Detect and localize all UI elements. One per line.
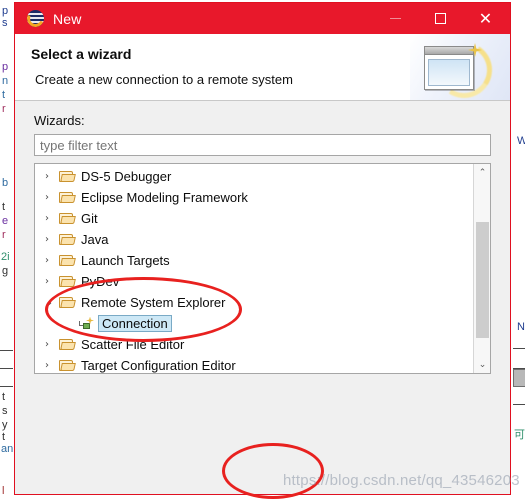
new-wizard-dialog: New ✕ Select a wizard Create a new conne…	[14, 2, 511, 495]
backdrop-text-fragment: g	[2, 265, 9, 277]
tree-item-ds-5-debugger[interactable]: › DS-5 Debugger	[35, 166, 472, 187]
backdrop-text-fragment: r	[2, 229, 6, 241]
eclipse-globe-icon	[27, 10, 44, 27]
backdrop-text-fragment: W	[517, 135, 525, 147]
backdrop-cell	[513, 369, 525, 387]
backdrop-text-fragment: b	[2, 177, 9, 189]
folder-icon	[59, 212, 75, 225]
chevron-right-icon[interactable]: ›	[45, 213, 59, 224]
folder-icon	[59, 359, 75, 372]
tree-item-label: Eclipse Modeling Framework	[81, 190, 248, 205]
backdrop-text-fragment: t	[2, 89, 6, 101]
chevron-right-icon[interactable]: ›	[45, 255, 59, 266]
backdrop-text-fragment: N	[517, 321, 525, 333]
chevron-right-icon[interactable]: ›	[45, 360, 59, 371]
tree-item-label: Remote System Explorer	[81, 295, 226, 310]
close-button[interactable]: ✕	[463, 3, 508, 34]
maximize-icon	[435, 13, 446, 24]
tree-item-java[interactable]: › Java	[35, 229, 472, 250]
chevron-right-icon[interactable]: ›	[45, 339, 59, 350]
backdrop-rule	[0, 368, 13, 369]
backdrop-text-fragment: n	[2, 75, 9, 87]
backdrop-rule	[0, 350, 13, 351]
backdrop-text-fragment: l	[2, 485, 5, 497]
dialog-body: Wizards: › DS-5 Debugger › Eclipse Modeling…	[15, 101, 510, 495]
tree-item-launch-targets[interactable]: › Launch Targets	[35, 250, 472, 271]
tree-item-scatter-file-editor[interactable]: › Scatter File Editor	[35, 334, 472, 355]
tree-item-connection[interactable]: Connection	[35, 313, 472, 334]
folder-icon	[59, 191, 75, 204]
folder-icon	[59, 338, 75, 351]
folder-icon	[59, 296, 75, 309]
backdrop-text-fragment: y	[2, 419, 8, 431]
footer-separator	[15, 494, 510, 495]
chevron-right-icon[interactable]: ›	[45, 192, 59, 203]
folder-icon	[59, 275, 75, 288]
tree-item-label: DS-5 Debugger	[81, 169, 172, 184]
wizard-banner-image	[410, 34, 510, 100]
backdrop-text-fragment: e	[2, 215, 9, 227]
backdrop-text-fragment: p	[2, 5, 9, 17]
backdrop-text-fragment: r	[2, 103, 6, 115]
wizard-header: Select a wizard Create a new connection …	[15, 34, 510, 101]
tree-item-label: Launch Targets	[81, 253, 170, 268]
chevron-right-icon[interactable]: ›	[45, 276, 59, 287]
scroll-down-icon[interactable]: ⌄	[474, 356, 490, 373]
page-description: Create a new connection to a remote syst…	[35, 72, 293, 87]
close-icon: ✕	[478, 8, 493, 28]
tree-item-label: Git	[81, 211, 98, 226]
window-title: New	[53, 10, 82, 27]
minimize-button[interactable]	[373, 3, 418, 34]
wizard-tree[interactable]: › DS-5 Debugger › Eclipse Modeling Framewor…	[34, 163, 491, 374]
backdrop-text-fragment: s	[2, 17, 8, 29]
tree-item-remote-system-explorer[interactable]: ⌄ Remote System Explorer	[35, 292, 472, 313]
banner-window-icon	[424, 46, 474, 90]
chevron-right-icon[interactable]: ›	[45, 234, 59, 245]
scroll-up-icon[interactable]: ⌃	[474, 164, 490, 181]
backdrop-text-fragment: t	[2, 201, 6, 213]
tree-scrollbar[interactable]: ⌃ ⌄	[473, 164, 490, 373]
backdrop-rule	[513, 348, 525, 349]
backdrop-rule	[0, 386, 13, 387]
title-bar[interactable]: New ✕	[15, 3, 510, 34]
tree-item-pydev[interactable]: › PyDev	[35, 271, 472, 292]
backdrop-text-fragment: 2i	[1, 251, 10, 263]
folder-icon	[59, 170, 75, 183]
tree-item-label: Java	[81, 232, 109, 247]
page-title: Select a wizard	[31, 46, 132, 62]
backdrop-text-fragment: an	[1, 443, 14, 455]
tree-item-git[interactable]: › Git	[35, 208, 472, 229]
wizard-tree-list: › DS-5 Debugger › Eclipse Modeling Framewor…	[35, 166, 472, 373]
backdrop-text-fragment: t	[2, 391, 6, 403]
folder-icon	[59, 254, 75, 267]
chevron-down-icon[interactable]: ⌄	[45, 297, 59, 308]
tree-item-label: PyDev	[81, 274, 120, 289]
backdrop-rule	[513, 404, 525, 405]
tree-item-eclipse-modeling-framework[interactable]: › Eclipse Modeling Framework	[35, 187, 472, 208]
backdrop-text-fragment: s	[2, 405, 8, 417]
tree-item-label: Scatter File Editor	[81, 337, 185, 352]
scrollbar-thumb[interactable]	[476, 222, 489, 338]
folder-icon	[59, 233, 75, 246]
backdrop-text-fragment: 可选	[514, 429, 525, 441]
backdrop-text-fragment: p	[2, 61, 9, 73]
tree-item-label: Target Configuration Editor	[81, 358, 236, 373]
tree-item-label: Connection	[98, 315, 172, 332]
connection-icon	[79, 316, 95, 331]
minimize-icon	[390, 18, 401, 19]
maximize-button[interactable]	[418, 3, 463, 34]
chevron-right-icon[interactable]: ›	[45, 171, 59, 182]
filter-input[interactable]	[34, 134, 491, 156]
tree-item-target-configuration-editor[interactable]: › Target Configuration Editor	[35, 355, 472, 373]
wizards-label: Wizards:	[34, 113, 85, 128]
backdrop-text-fragment: t	[2, 431, 6, 443]
